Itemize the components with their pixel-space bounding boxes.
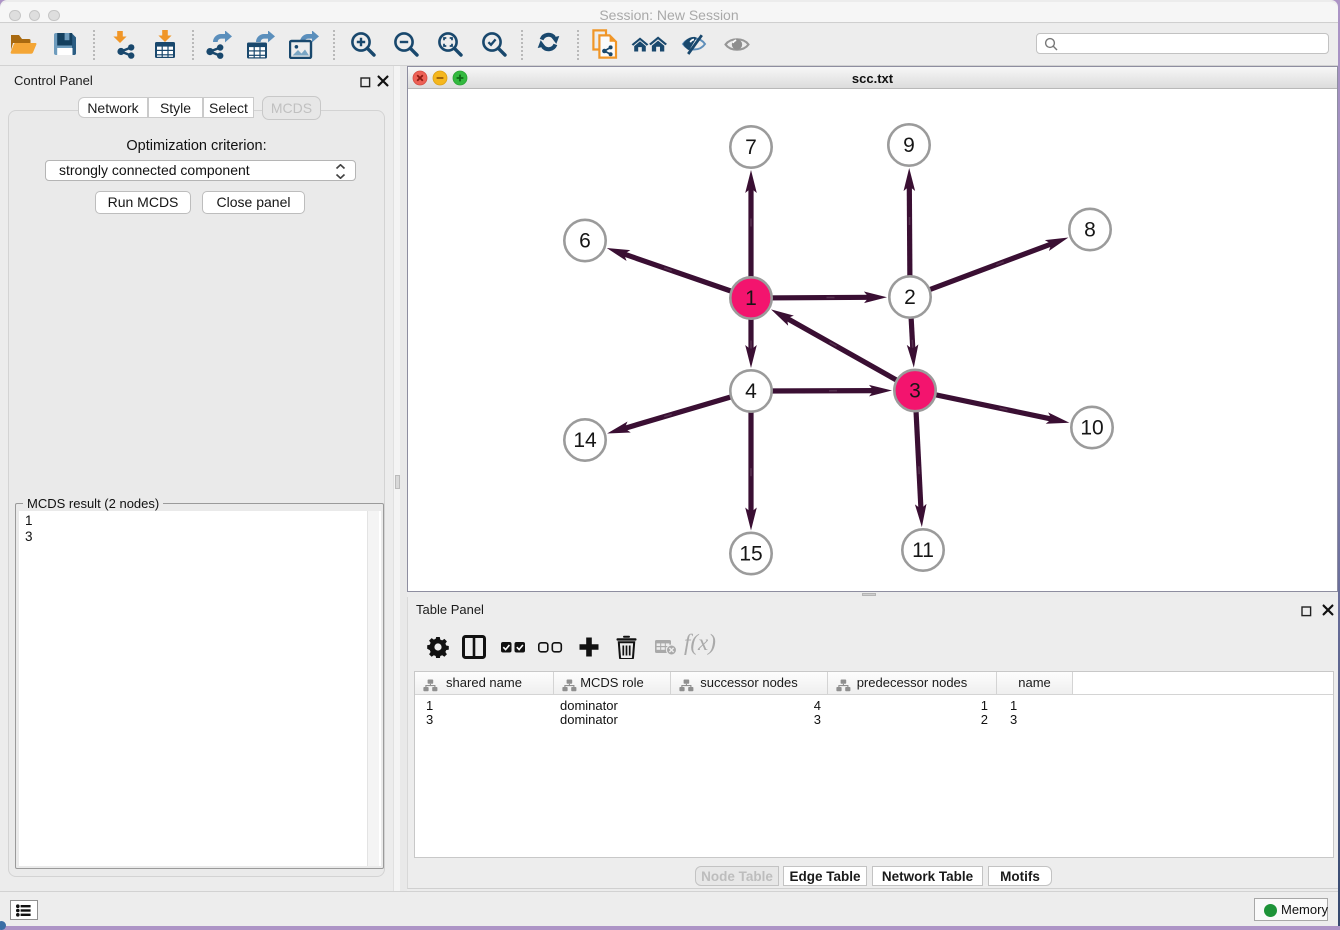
- svg-text:14: 14: [573, 429, 597, 452]
- svg-text:10: 10: [1080, 417, 1103, 440]
- svg-text:15: 15: [739, 543, 762, 566]
- svg-text:11: 11: [912, 539, 934, 562]
- svg-text:4: 4: [745, 380, 757, 403]
- svg-text:7: 7: [745, 136, 757, 159]
- svg-text:1: 1: [745, 287, 757, 310]
- svg-text:2: 2: [904, 286, 916, 309]
- svg-text:8: 8: [1084, 219, 1096, 242]
- svg-text:6: 6: [579, 230, 591, 253]
- svg-text:3: 3: [909, 380, 921, 403]
- svg-text:9: 9: [903, 134, 915, 157]
